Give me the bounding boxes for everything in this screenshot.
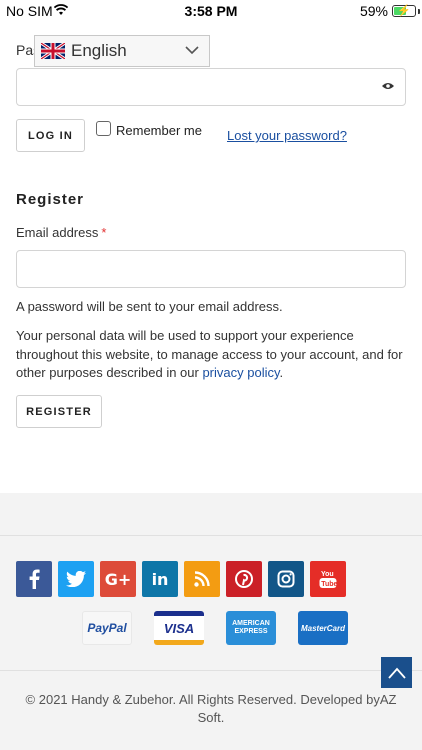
pinterest-icon[interactable] <box>226 561 262 597</box>
password-input[interactable] <box>16 68 406 106</box>
email-input[interactable] <box>16 250 406 288</box>
battery-cap <box>418 9 420 14</box>
twitter-icon[interactable] <box>58 561 94 597</box>
chevron-down-icon <box>185 46 199 55</box>
amex-logo: AMERICAN EXPRESS <box>226 611 276 645</box>
payment-methods: PayPal VISA AMERICAN EXPRESS MasterCard <box>82 611 348 645</box>
copyright-text: © 2021 Handy & Zubehor. All Rights Reser… <box>25 692 397 725</box>
email-label: Email address * <box>16 225 106 240</box>
svg-text:You: You <box>321 571 334 578</box>
uk-flag-icon <box>41 43 65 59</box>
privacy-policy-link[interactable]: privacy policy <box>202 365 279 380</box>
youtube-icon[interactable]: You Tube <box>310 561 346 597</box>
register-button[interactable]: REGISTER <box>16 395 102 428</box>
language-label: English <box>71 41 127 60</box>
instagram-icon[interactable] <box>268 561 304 597</box>
email-label-text: Email address <box>16 225 99 240</box>
remember-me-checkbox[interactable] <box>96 121 111 136</box>
scroll-to-top-button[interactable] <box>381 657 412 688</box>
linkedin-icon[interactable]: in <box>142 561 178 597</box>
status-bar: No SIM 3:58 PM 59% ⚡ <box>0 0 422 22</box>
required-marker: * <box>101 225 107 240</box>
privacy-notice: Your personal data will be used to suppo… <box>16 327 408 383</box>
footer-divider-2 <box>0 670 422 671</box>
clock: 3:58 PM <box>184 3 238 19</box>
footer-divider <box>0 535 422 536</box>
register-heading: Register <box>16 191 85 208</box>
social-links: G+ in You Tube <box>16 561 346 597</box>
charging-bolt-icon: ⚡ <box>397 5 411 17</box>
eye-icon[interactable] <box>381 81 395 91</box>
facebook-icon[interactable] <box>16 561 52 597</box>
rss-icon[interactable] <box>184 561 220 597</box>
privacy-end: . <box>279 365 284 380</box>
google-plus-icon[interactable]: G+ <box>100 561 136 597</box>
svg-text:Tube: Tube <box>321 581 337 588</box>
password-note: A password will be sent to your email ad… <box>16 299 283 314</box>
remember-me-label: Remember me <box>116 123 202 138</box>
language-selector[interactable]: English <box>34 35 210 67</box>
battery-percent: 59% <box>359 3 388 19</box>
paypal-logo: PayPal <box>82 611 132 645</box>
lost-password-link[interactable]: Lost your password? <box>227 128 347 143</box>
login-button[interactable]: LOG IN <box>16 119 85 152</box>
chevron-up-icon <box>387 667 406 679</box>
mastercard-logo: MasterCard <box>298 611 348 645</box>
footer: G+ in You Tube PayPal VISA AMERICAN EXPRE… <box>0 493 422 750</box>
visa-logo: VISA <box>154 611 204 645</box>
